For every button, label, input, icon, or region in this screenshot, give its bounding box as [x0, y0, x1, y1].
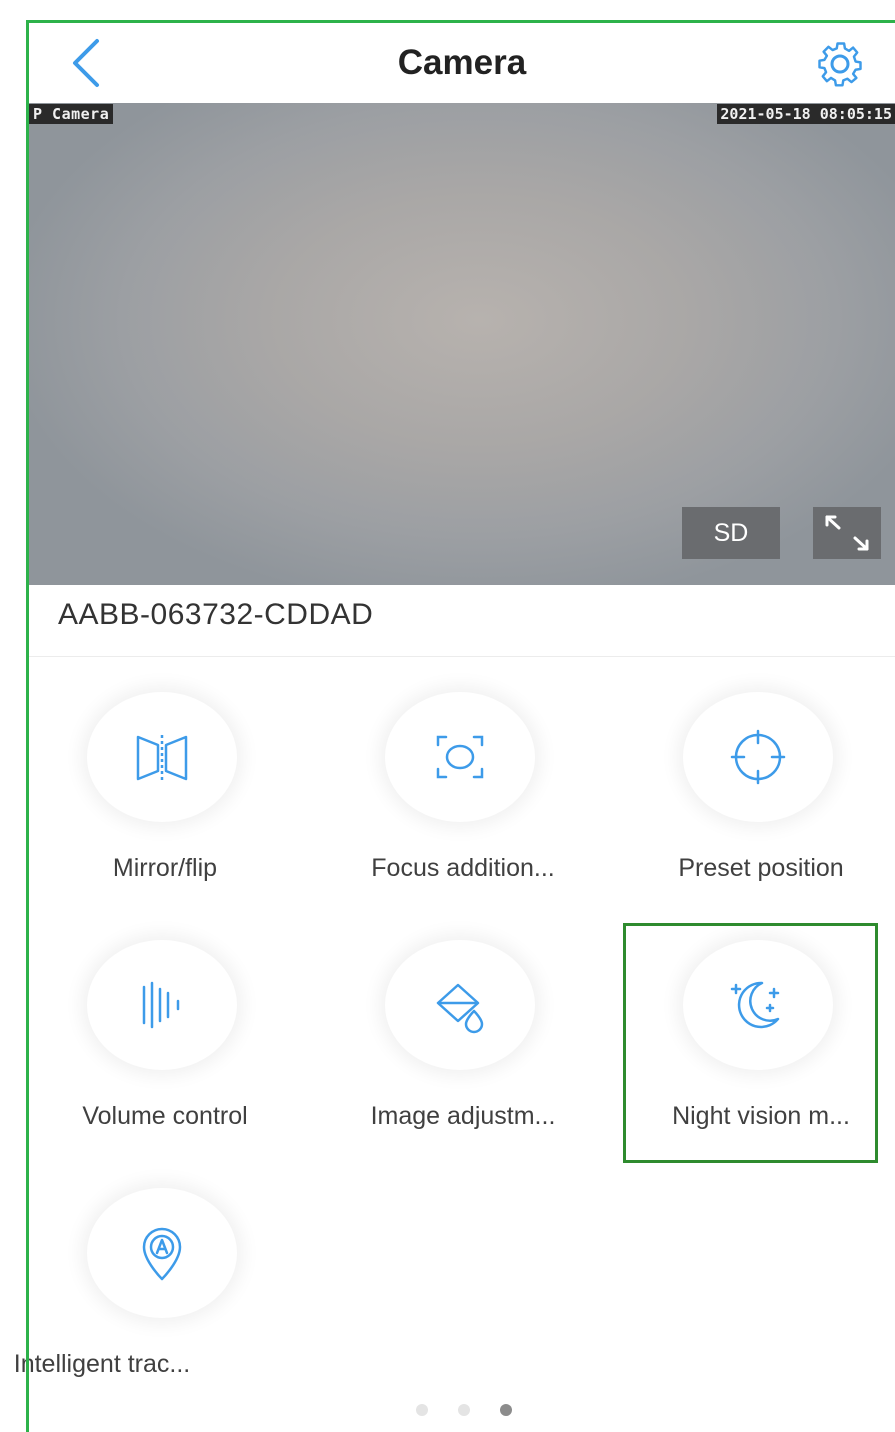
volume-control-circle: [87, 940, 237, 1070]
fullscreen-button[interactable]: [813, 507, 881, 559]
page-dot-2[interactable]: [458, 1404, 470, 1416]
image-adjustment-circle: [385, 940, 535, 1070]
page-dot-1[interactable]: [416, 1404, 428, 1416]
live-video-view[interactable]: P Camera 2021-05-18 08:05:15 SD: [29, 103, 895, 585]
image-adjustment-label: Image adjustm...: [370, 1102, 556, 1130]
location-pin-icon: [142, 1227, 182, 1281]
preset-position-label: Preset position: [678, 854, 844, 882]
night-vision-button[interactable]: Night vision m...: [613, 940, 895, 1170]
mirror-flip-circle: [87, 692, 237, 822]
back-button[interactable]: [65, 35, 111, 91]
settings-button[interactable]: [809, 37, 871, 91]
quality-sd-button[interactable]: SD: [682, 507, 780, 559]
image-adjustment-button[interactable]: Image adjustm...: [315, 940, 611, 1170]
moon-stars-icon: [730, 981, 780, 1029]
focus-addition-circle: [385, 692, 535, 822]
expand-icon: [825, 515, 869, 551]
crosshair-icon: [730, 729, 786, 785]
intelligent-tracking-circle: [87, 1188, 237, 1318]
focus-addition-button[interactable]: Focus addition...: [315, 692, 611, 922]
sound-wave-icon: [142, 981, 180, 1029]
camera-overlay-label: P Camera: [29, 104, 114, 124]
volume-control-button[interactable]: Volume control: [17, 940, 313, 1170]
camera-screen: Camera P Camera 2021-05-18 08:05:15 SD A…: [0, 0, 895, 1432]
page-indicator: [410, 1404, 520, 1420]
color-fill-icon: [436, 983, 484, 1034]
divider: [29, 656, 895, 657]
focus-addition-label: Focus addition...: [371, 854, 555, 882]
mirror-flip-icon: [136, 735, 188, 781]
preset-position-button[interactable]: Preset position: [613, 692, 895, 922]
volume-control-label: Volume control: [82, 1102, 248, 1130]
mirror-flip-label: Mirror/flip: [112, 854, 218, 882]
intelligent-tracking-button[interactable]: Intelligent trac...: [14, 1188, 313, 1418]
top-bar: Camera: [29, 23, 895, 103]
intelligent-tracking-label: Intelligent trac...: [13, 1350, 191, 1378]
device-id-label: AABB-063732-CDDAD: [58, 598, 374, 631]
chevron-left-icon: [73, 39, 99, 87]
night-vision-label: Night vision m...: [672, 1102, 850, 1130]
gear-icon: [818, 42, 862, 87]
focus-icon: [436, 735, 484, 779]
page-title: Camera: [397, 43, 527, 82]
page-dot-3[interactable]: [500, 1404, 512, 1416]
mirror-flip-button[interactable]: Mirror/flip: [17, 692, 313, 922]
video-timestamp: 2021-05-18 08:05:15: [717, 104, 895, 124]
night-vision-circle: [683, 940, 833, 1070]
preset-position-circle: [683, 692, 833, 822]
